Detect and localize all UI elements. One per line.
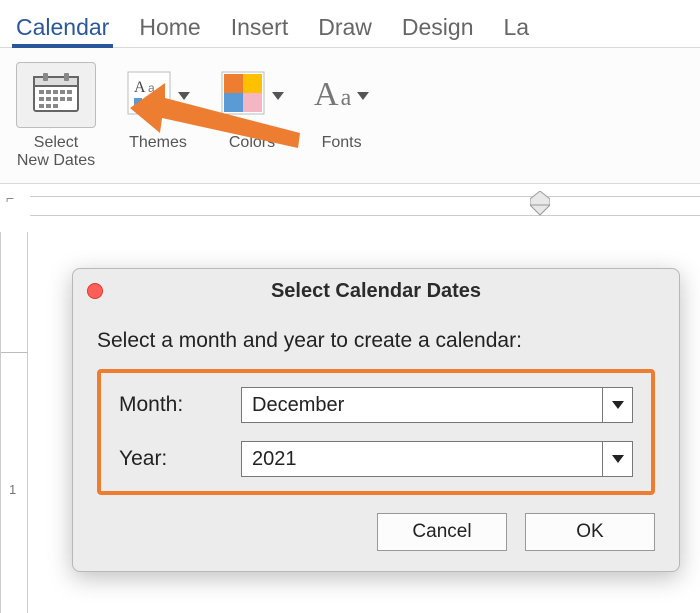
horizontal-ruler: ⌐: [0, 184, 700, 224]
triangle-down-icon: [612, 455, 624, 463]
month-input[interactable]: [242, 388, 602, 422]
ruler-tick-label: 1: [9, 482, 16, 497]
calendar-icon: [31, 71, 81, 120]
ribbon-group-themes: A a Themes: [126, 62, 190, 152]
tab-insert[interactable]: Insert: [227, 6, 293, 47]
fonts-dropdown-caret[interactable]: [357, 87, 369, 103]
month-dropdown-button[interactable]: [602, 388, 632, 422]
dialog-prompt: Select a month and year to create a cale…: [97, 329, 655, 353]
chevron-down-icon: [178, 92, 190, 100]
tab-design[interactable]: Design: [398, 6, 478, 47]
close-window-button[interactable]: [87, 283, 103, 299]
colors-label: Colors: [229, 134, 275, 152]
tab-stop-icon: ⌐: [6, 190, 14, 206]
themes-dropdown-caret[interactable]: [178, 87, 190, 103]
month-combobox[interactable]: [241, 387, 633, 423]
fonts-button[interactable]: Aa: [314, 78, 351, 112]
tab-calendar[interactable]: Calendar: [12, 6, 113, 47]
colors-button[interactable]: [220, 70, 266, 121]
triangle-down-icon: [612, 401, 624, 409]
ribbon-group-fonts: Aa Fonts: [314, 62, 369, 152]
dialog-title: Select Calendar Dates: [271, 280, 481, 303]
dialog-titlebar[interactable]: Select Calendar Dates: [73, 269, 679, 313]
letter-icon: a: [341, 86, 352, 110]
ribbon-tabbar: Calendar Home Insert Draw Design La: [0, 0, 700, 48]
tab-draw[interactable]: Draw: [314, 6, 376, 47]
year-label: Year:: [119, 447, 229, 471]
ribbon-panel: Select New Dates A a Themes: [0, 48, 700, 184]
colors-dropdown-caret[interactable]: [272, 87, 284, 103]
ribbon-group-select-dates: Select New Dates: [16, 62, 96, 171]
select-calendar-dates-dialog: Select Calendar Dates Select a month and…: [72, 268, 680, 572]
month-label: Month:: [119, 393, 229, 417]
tab-layout[interactable]: La: [500, 6, 534, 47]
dialog-button-row: Cancel OK: [97, 513, 655, 551]
indent-marker-icon[interactable]: [530, 191, 550, 222]
fonts-label: Fonts: [322, 134, 362, 152]
themes-button[interactable]: A a: [126, 70, 172, 121]
svg-text:a: a: [148, 81, 155, 95]
chevron-down-icon: [357, 92, 369, 100]
select-new-dates-button[interactable]: [16, 62, 96, 128]
ok-button[interactable]: OK: [525, 513, 655, 551]
tab-home[interactable]: Home: [135, 6, 204, 47]
cancel-button[interactable]: Cancel: [377, 513, 507, 551]
date-fields-highlight-box: Month: Year:: [97, 369, 655, 495]
letter-icon: A: [314, 78, 339, 112]
year-input[interactable]: [242, 442, 602, 476]
year-combobox[interactable]: [241, 441, 633, 477]
svg-text:A: A: [134, 79, 146, 96]
chevron-down-icon: [272, 92, 284, 100]
themes-label: Themes: [129, 134, 187, 152]
select-new-dates-label: Select New Dates: [17, 134, 95, 171]
year-dropdown-button[interactable]: [602, 442, 632, 476]
ribbon-group-colors: Colors: [220, 62, 284, 152]
dialog-body: Select a month and year to create a cale…: [73, 313, 679, 571]
vertical-ruler: 1: [0, 232, 28, 613]
